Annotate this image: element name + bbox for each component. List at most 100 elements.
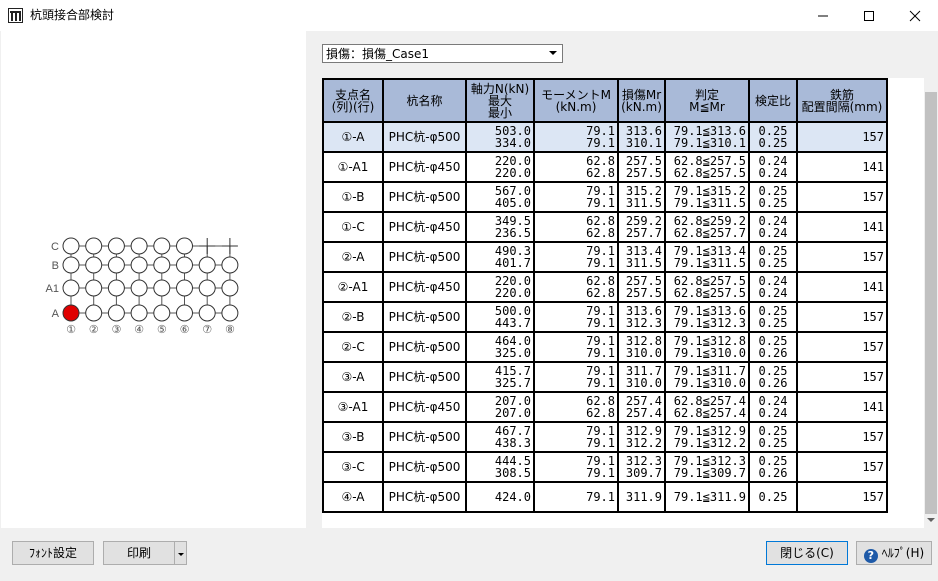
- cell-j1[interactable]: 79.1≦312.3 79.1≦309.7: [664, 451, 750, 483]
- cell-j1[interactable]: 62.8≦257.5 62.8≦257.5: [664, 271, 750, 303]
- cell-n_max[interactable]: 500.0 443.7: [465, 301, 535, 333]
- cell-j1[interactable]: 79.1≦313.4 79.1≦311.5: [664, 241, 750, 273]
- table-row[interactable]: ②-B PHC杭-φ500 500.0 443.7 79.1 79.1 313.6 312.3…: [322, 301, 888, 333]
- cell-r1[interactable]: 0.25 0.26: [748, 361, 798, 393]
- cell-pile[interactable]: PHC杭-φ450: [382, 271, 467, 303]
- cell-pile[interactable]: PHC杭-φ500: [382, 421, 467, 453]
- scrollbar-thumb[interactable]: [925, 92, 937, 514]
- cell-support[interactable]: ①-A: [322, 121, 384, 153]
- table-row[interactable]: ③-A1 PHC杭-φ450 207.0 207.0 62.8 62.8 257.4 257.…: [322, 391, 888, 423]
- cell-r1[interactable]: 0.25 0.25: [748, 121, 798, 153]
- cell-support[interactable]: ③-A1: [322, 391, 384, 423]
- cell-pile[interactable]: PHC杭-φ500: [382, 181, 467, 213]
- cell-r1[interactable]: 0.25 0.26: [748, 451, 798, 483]
- header-mr[interactable]: 損傷Mr (kN.m): [617, 78, 666, 123]
- cell-r1[interactable]: 0.25 0.25: [748, 301, 798, 333]
- cell-r1[interactable]: 0.24 0.24: [748, 151, 798, 183]
- dropdown-arrow[interactable]: [544, 45, 562, 62]
- cell-mr1[interactable]: 313.6 310.1: [617, 121, 666, 153]
- cell-m1[interactable]: 62.8 62.8: [533, 271, 619, 303]
- table-row[interactable]: ①-A1 PHC杭-φ450 220.0 220.0 62.8 62.8 257.5 257.…: [322, 151, 888, 183]
- table-row[interactable]: ③-C PHC杭-φ500 444.5 308.5 79.1 79.1 312.3 309.7…: [322, 451, 888, 483]
- table-row[interactable]: ②-C PHC杭-φ500 464.0 325.0 79.1 79.1 312.8 310.0…: [322, 331, 888, 363]
- close-window-button[interactable]: [892, 0, 938, 31]
- cell-n_max[interactable]: 464.0 325.0: [465, 331, 535, 363]
- cell-j1[interactable]: 79.1≦313.6 79.1≦312.3: [664, 301, 750, 333]
- cell-m1[interactable]: 79.1 79.1: [533, 181, 619, 213]
- cell-support[interactable]: ③-C: [322, 451, 384, 483]
- case-select[interactable]: 損傷：損傷_Case1: [322, 44, 563, 63]
- cell-m1[interactable]: 79.1 79.1: [533, 361, 619, 393]
- cell-rebar[interactable]: 157: [796, 181, 888, 213]
- cell-support[interactable]: ①-A1: [322, 151, 384, 183]
- cell-mr1[interactable]: 259.2 257.7: [617, 211, 666, 243]
- cell-n_max[interactable]: 490.3 401.7: [465, 241, 535, 273]
- cell-support[interactable]: ①-C: [322, 211, 384, 243]
- cell-n_max[interactable]: 444.5 308.5: [465, 451, 535, 483]
- cell-mr1[interactable]: 312.3 309.7: [617, 451, 666, 483]
- cell-m1[interactable]: 79.1 79.1: [533, 331, 619, 363]
- cell-rebar[interactable]: 157: [796, 421, 888, 453]
- cell-n_max[interactable]: 207.0 207.0: [465, 391, 535, 423]
- cell-pile[interactable]: PHC杭-φ500: [382, 361, 467, 393]
- table-row[interactable]: ①-B PHC杭-φ500 567.0 405.0 79.1 79.1 315.2 311.5…: [322, 181, 888, 213]
- cell-m1[interactable]: 79.1: [533, 481, 619, 513]
- cell-rebar[interactable]: 157: [796, 361, 888, 393]
- cell-rebar[interactable]: 157: [796, 331, 888, 363]
- cell-n_max[interactable]: 424.0: [465, 481, 535, 513]
- cell-n_max[interactable]: 220.0 220.0: [465, 151, 535, 183]
- cell-j1[interactable]: 79.1≦312.8 79.1≦310.0: [664, 331, 750, 363]
- cell-support[interactable]: ①-B: [322, 181, 384, 213]
- cell-r1[interactable]: 0.25 0.25: [748, 241, 798, 273]
- cell-j1[interactable]: 79.1≦311.9: [664, 481, 750, 513]
- cell-pile[interactable]: PHC杭-φ500: [382, 121, 467, 153]
- cell-j1[interactable]: 79.1≦313.6 79.1≦310.1: [664, 121, 750, 153]
- cell-mr1[interactable]: 257.5 257.5: [617, 271, 666, 303]
- cell-j1[interactable]: 62.8≦257.4 62.8≦257.4: [664, 391, 750, 423]
- cell-r1[interactable]: 0.24 0.24: [748, 211, 798, 243]
- cell-support[interactable]: ②-B: [322, 301, 384, 333]
- cell-m1[interactable]: 79.1 79.1: [533, 301, 619, 333]
- cell-n_max[interactable]: 349.5 236.5: [465, 211, 535, 243]
- cell-rebar[interactable]: 141: [796, 271, 888, 303]
- cell-rebar[interactable]: 157: [796, 241, 888, 273]
- header-judge[interactable]: 判定 M≦Mr: [664, 78, 750, 123]
- cell-j1[interactable]: 79.1≦312.9 79.1≦312.2: [664, 421, 750, 453]
- cell-mr1[interactable]: 312.9 312.2: [617, 421, 666, 453]
- cell-n_max[interactable]: 503.0 334.0: [465, 121, 535, 153]
- table-row[interactable]: ①-C PHC杭-φ450 349.5 236.5 62.8 62.8 259.2 257.7…: [322, 211, 888, 243]
- cell-pile[interactable]: PHC杭-φ500: [382, 331, 467, 363]
- cell-pile[interactable]: PHC杭-φ500: [382, 451, 467, 483]
- cell-rebar[interactable]: 141: [796, 211, 888, 243]
- maximize-button[interactable]: [846, 0, 892, 31]
- cell-mr1[interactable]: 313.4 311.5: [617, 241, 666, 273]
- close-button[interactable]: 閉じる(C): [766, 541, 848, 565]
- cell-support[interactable]: ③-A: [322, 361, 384, 393]
- cell-support[interactable]: ④-A: [322, 481, 384, 513]
- cell-pile[interactable]: PHC杭-φ500: [382, 301, 467, 333]
- cell-mr1[interactable]: 257.4 257.4: [617, 391, 666, 423]
- cell-r1[interactable]: 0.25 0.25: [748, 181, 798, 213]
- cell-m1[interactable]: 79.1 79.1: [533, 451, 619, 483]
- print-dropdown-button[interactable]: [174, 541, 187, 565]
- cell-rebar[interactable]: 157: [796, 121, 888, 153]
- cell-n_max[interactable]: 220.0 220.0: [465, 271, 535, 303]
- table-row[interactable]: ③-B PHC杭-φ500 467.7 438.3 79.1 79.1 312.9 312.2…: [322, 421, 888, 453]
- header-axial[interactable]: 軸力N(kN) 最大 最小: [465, 78, 535, 123]
- cell-m1[interactable]: 79.1 79.1: [533, 121, 619, 153]
- cell-support[interactable]: ②-C: [322, 331, 384, 363]
- table-row[interactable]: ②-A1 PHC杭-φ450 220.0 220.0 62.8 62.8 257.5 257.…: [322, 271, 888, 303]
- cell-r1[interactable]: 0.25 0.26: [748, 331, 798, 363]
- cell-r1[interactable]: 0.25 0.25: [748, 421, 798, 453]
- cell-mr1[interactable]: 313.6 312.3: [617, 301, 666, 333]
- header-ratio[interactable]: 検定比: [748, 78, 798, 123]
- cell-pile[interactable]: PHC杭-φ500: [382, 481, 467, 513]
- cell-rebar[interactable]: 157: [796, 301, 888, 333]
- cell-j1[interactable]: 79.1≦315.2 79.1≦311.5: [664, 181, 750, 213]
- cell-m1[interactable]: 79.1 79.1: [533, 241, 619, 273]
- header-pile[interactable]: 杭名称: [382, 78, 467, 123]
- table-row[interactable]: ④-A PHC杭-φ500 424.0 79.1 311.9 79.1≦311.9 0.25…: [322, 481, 888, 513]
- minimize-button[interactable]: [800, 0, 846, 31]
- header-support[interactable]: 支点名 (列)(行): [322, 78, 384, 123]
- cell-n_max[interactable]: 415.7 325.7: [465, 361, 535, 393]
